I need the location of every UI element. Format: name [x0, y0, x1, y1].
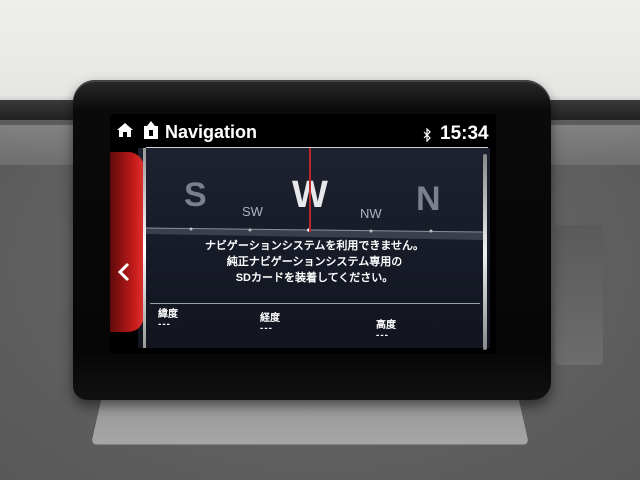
message-line-2: 純正ナビゲーションシステム専用の — [226, 256, 403, 268]
latitude-label: 緯度 — [158, 309, 178, 320]
clock: 15:34 — [440, 123, 489, 144]
compass-south: S — [184, 176, 207, 214]
message-line-3: SDカードを装着してください。 — [235, 272, 394, 284]
error-message: ナビゲーションシステムを利用できません。 純正ナビゲーションシステム専用の SD… — [146, 238, 483, 286]
back-arrow-icon[interactable] — [114, 260, 136, 284]
latitude-value: --- — [158, 319, 171, 330]
altitude-label: 高度 — [376, 320, 396, 331]
longitude-value: --- — [260, 323, 273, 334]
altitude-value: --- — [376, 330, 389, 341]
heading-indicator-line — [309, 148, 311, 232]
info-divider — [150, 303, 480, 304]
infotainment-screen: Navigation 15:34 S SW W NW N ナビゲーションシステム — [110, 114, 496, 354]
home-icon[interactable] — [116, 122, 134, 138]
message-line-1: ナビゲーションシステムを利用できません。 — [204, 240, 425, 252]
bluetooth-icon — [423, 128, 431, 142]
app-title: Navigation — [165, 122, 258, 142]
status-bar: Navigation 15:34 — [110, 114, 496, 148]
right-scrollbar[interactable] — [483, 154, 487, 350]
dashboard-panel — [555, 225, 603, 365]
navigation-icon — [144, 121, 158, 139]
longitude-label: 経度 — [260, 313, 280, 324]
back-tab[interactable] — [110, 152, 144, 332]
